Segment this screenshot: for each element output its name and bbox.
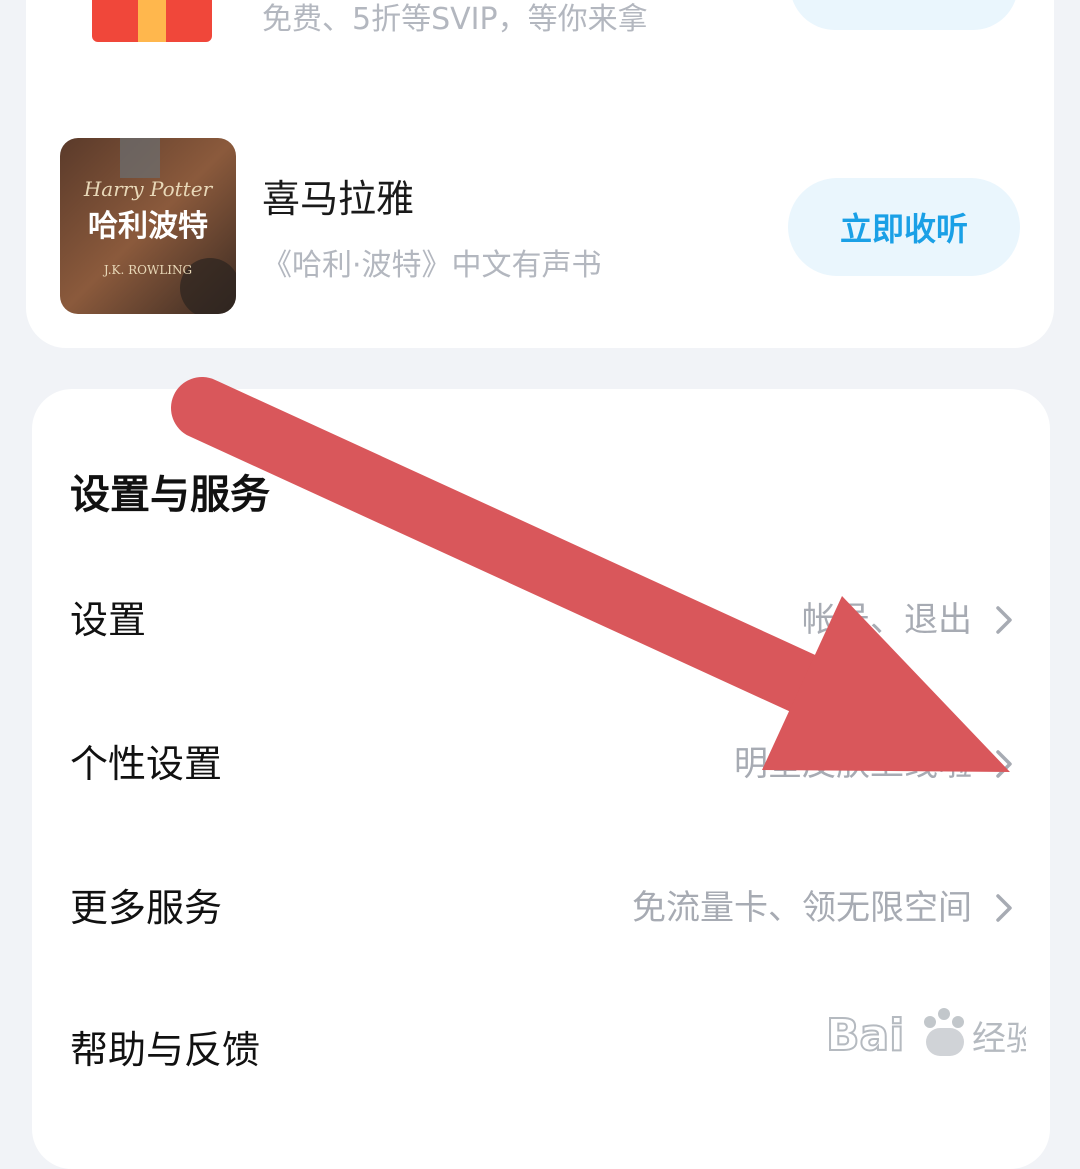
- row-value: 免流量卡、领无限空间: [632, 888, 972, 928]
- svg-text:Harry Potter: Harry Potter: [83, 177, 214, 201]
- gift-subtitle: 免费、5折等SVIP，等你来拿: [262, 2, 648, 37]
- gift-icon: [92, 0, 212, 42]
- chevron-right-icon: [996, 894, 1012, 922]
- svg-text:哈利波特: 哈利波特: [88, 209, 208, 244]
- gift-claim-button[interactable]: [790, 0, 1018, 30]
- baidu-logo-icon: Bai 经验: [826, 1008, 1026, 1062]
- row-value: 明星皮肤上线啦: [734, 744, 972, 784]
- svg-text:经验: 经验: [972, 1019, 1026, 1059]
- chevron-right-icon: [996, 606, 1012, 634]
- section-title: 设置与服务: [70, 472, 270, 518]
- row-label: 帮助与反馈: [70, 1028, 261, 1072]
- harry-potter-cover-icon: Harry Potter 哈利波特 J.K. ROWLING: [60, 138, 236, 314]
- row-value: 帐号、退出: [802, 600, 972, 640]
- row-label: 设置: [70, 598, 147, 642]
- book-cover-image[interactable]: Harry Potter 哈利波特 J.K. ROWLING: [60, 138, 236, 314]
- row-label: 个性设置: [70, 742, 223, 786]
- settings-row-personalization[interactable]: 个性设置 明星皮肤上线啦: [32, 714, 1050, 814]
- settings-row-more-services[interactable]: 更多服务 免流量卡、领无限空间: [32, 858, 1050, 958]
- svg-text:Bai: Bai: [826, 1010, 904, 1061]
- baidu-jingyan-watermark: Bai 经验: [826, 998, 1026, 1098]
- promo-item-subtitle: 《哈利·波特》中文有声书: [262, 248, 602, 283]
- promo-item-title: 喜马拉雅: [262, 177, 415, 221]
- row-label: 更多服务: [70, 886, 223, 930]
- svg-text:J.K. ROWLING: J.K. ROWLING: [102, 263, 192, 277]
- settings-row-settings[interactable]: 设置 帐号、退出: [32, 570, 1050, 670]
- listen-now-button[interactable]: 立即收听: [788, 178, 1020, 276]
- chevron-right-icon: [996, 750, 1012, 778]
